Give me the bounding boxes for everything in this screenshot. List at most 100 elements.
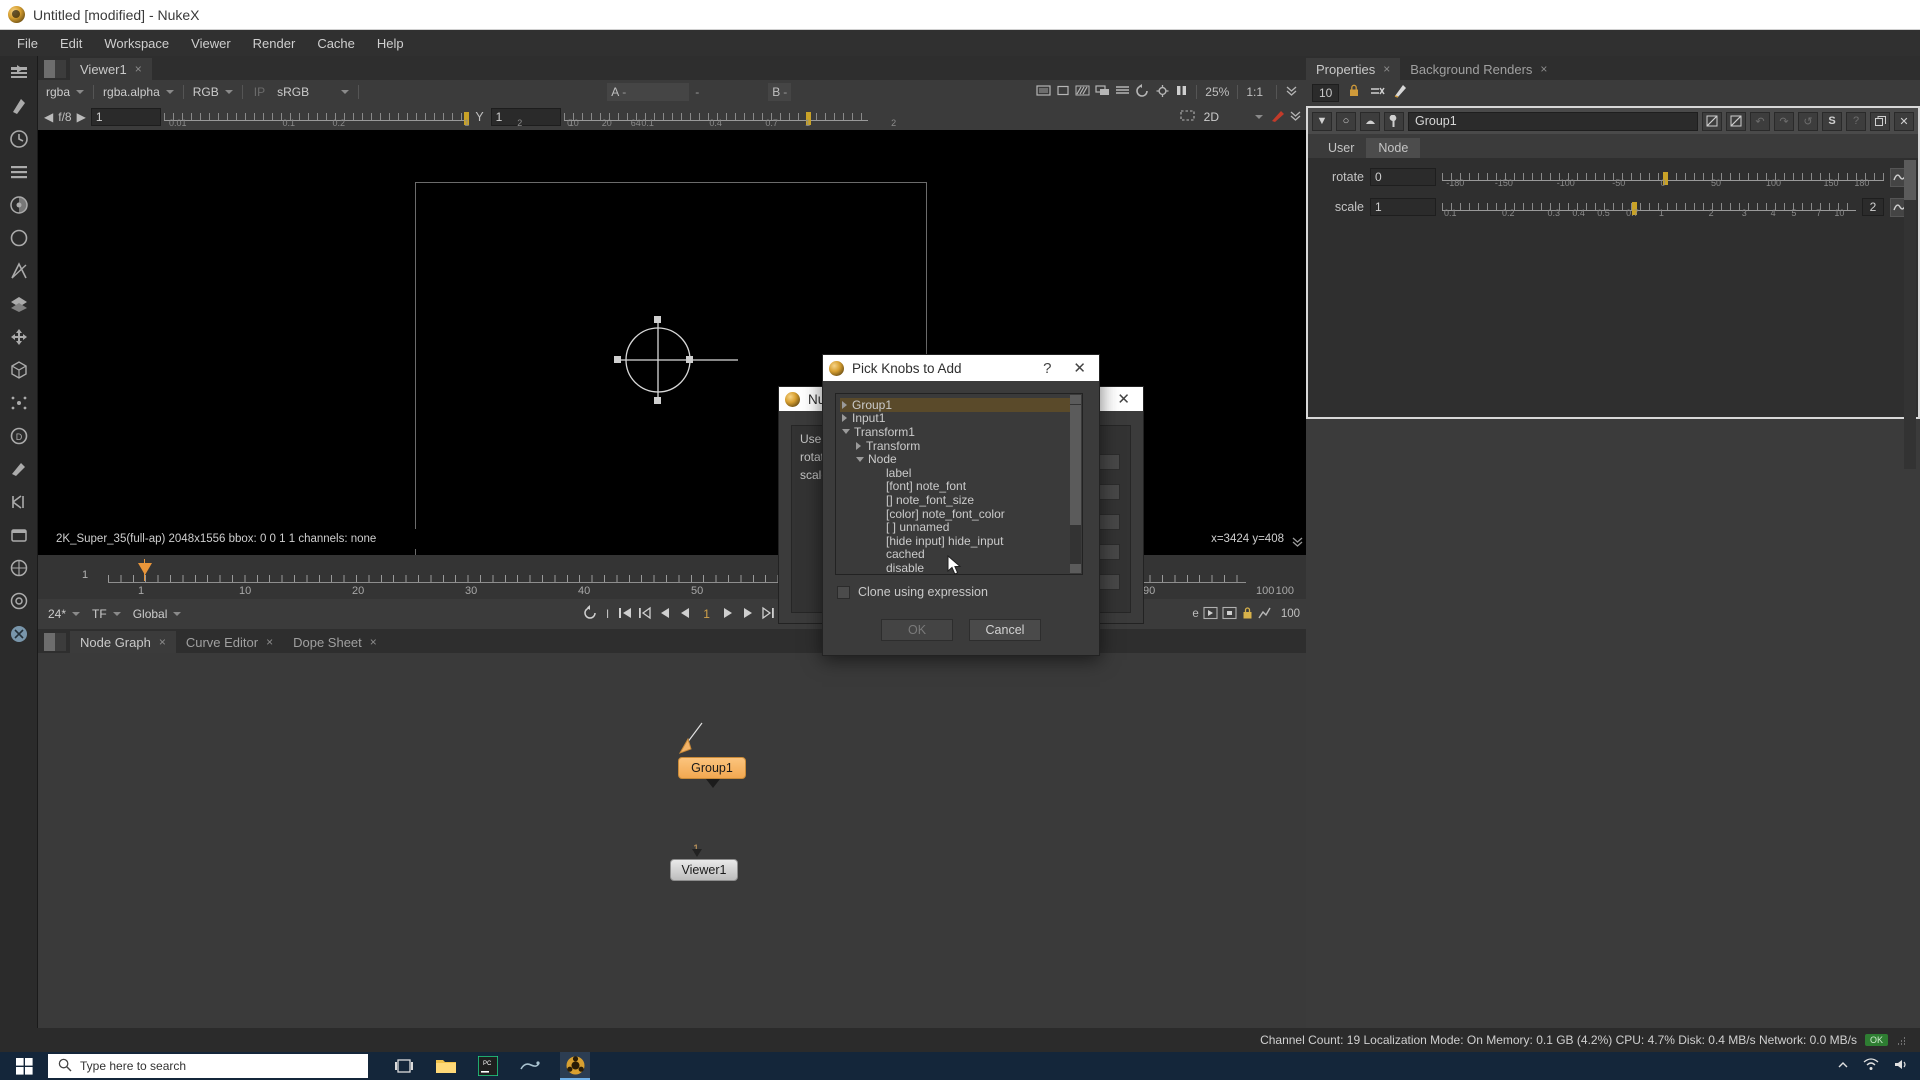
tree-item-transform1[interactable]: Transform1 [840,425,1076,439]
tree-item-note-font-color[interactable]: [color] note_font_color [840,507,1076,521]
gamma-icon[interactable] [1155,84,1170,101]
gain-prev-button[interactable]: ◀ [42,110,55,124]
node-name-field[interactable]: Group1 [1408,111,1698,131]
close-icon[interactable]: × [266,635,273,649]
tree-item-hide-input[interactable]: [hide input] hide_input [840,534,1076,548]
close-icon[interactable]: ✕ [1894,111,1914,131]
cancel-button[interactable]: Cancel [969,619,1041,641]
paint-icon[interactable] [8,458,30,480]
node-viewer1[interactable]: Viewer1 [670,859,738,881]
panel-grip-icon[interactable] [44,633,66,651]
prev-keyframe-icon[interactable] [657,606,673,623]
expand-icon[interactable] [1289,109,1302,125]
ok-button[interactable]: OK [881,619,953,641]
undo-icon[interactable]: ↶ [1750,111,1770,131]
gamma-slider[interactable]: 0 0.1 0.4 0.7 1 2 [563,109,896,128]
rotate-field[interactable]: 0 [1370,168,1436,186]
menu-render[interactable]: Render [242,33,307,54]
menu-edit[interactable]: Edit [49,33,93,54]
stereo-icon[interactable] [8,491,30,513]
chevron-down-icon[interactable] [856,456,864,462]
gain-field[interactable]: 1 [90,108,161,126]
properties-scrollbar[interactable] [1904,160,1916,469]
gain-next-button[interactable]: ▶ [75,110,88,124]
insert-icon[interactable]: I [602,607,613,621]
gain-slider[interactable]: 0.01 0.1 0.2 1 2 10 20 64 [163,109,641,128]
proxy-icon[interactable] [1036,84,1051,100]
close-icon[interactable]: ✕ [1066,359,1093,377]
merge-icon[interactable] [8,293,30,315]
task-view-icon[interactable] [392,1054,416,1078]
zoom-level[interactable]: 25% [1205,85,1229,99]
scroll-up-arrow-icon[interactable] [1070,395,1081,404]
tree-item-input1[interactable]: Input1 [840,411,1076,425]
checker1-icon[interactable] [1702,111,1722,131]
tab-viewer1[interactable]: Viewer1 × [70,58,152,80]
view-mode-selector[interactable]: 2D [1199,108,1267,126]
menu-viewer[interactable]: Viewer [180,33,242,54]
particles-icon[interactable] [8,392,30,414]
redo-icon[interactable]: ↷ [1774,111,1794,131]
collapse-arrow-icon[interactable]: ▼ [1312,111,1332,131]
wipe-icon[interactable] [1075,84,1090,100]
time-icon[interactable] [8,128,30,150]
mask-icon[interactable] [1360,111,1380,131]
file-explorer-icon[interactable] [434,1054,458,1078]
color-circle-icon[interactable]: ○ [1336,111,1356,131]
deep-icon[interactable]: D [8,425,30,447]
max-panels-field[interactable]: 10 [1312,84,1340,102]
help-icon[interactable]: ? [1846,111,1866,131]
clone-expression-checkbox[interactable] [837,585,850,599]
image-icon[interactable] [8,62,30,84]
tree-item-group1[interactable]: Group1 [840,398,1076,412]
filter-icon[interactable] [8,227,30,249]
pixel-ratio[interactable]: 1:1 [1246,85,1263,99]
rotate-slider[interactable]: -180 -150 -100 -50 0 50 100 150 180 [1442,169,1884,188]
stop-icon[interactable] [1222,606,1237,623]
help-icon[interactable]: ? [1036,360,1058,377]
channel-icon[interactable] [8,161,30,183]
tab-background-renders[interactable]: Background Renders × [1400,58,1557,80]
knob-list-scrollbar[interactable] [1070,395,1081,573]
chevron-up-icon[interactable] [1837,1060,1849,1073]
close-icon[interactable]: × [1540,62,1547,76]
playhead-marker[interactable] [138,563,152,575]
close-icon[interactable]: ✕ [1110,390,1137,408]
color-icon[interactable] [8,194,30,216]
tab-node[interactable]: Node [1366,138,1421,158]
network-icon[interactable] [1863,1058,1879,1074]
input-b-group[interactable]: B - [768,83,792,101]
play-forward-icon[interactable] [720,606,736,623]
scale-max-field[interactable]: 2 [1862,198,1884,216]
fps-selector[interactable]: 24* [44,605,85,623]
tree-item-note-font[interactable]: [font] note_font [840,479,1076,493]
script-s-icon[interactable]: S [1822,111,1842,131]
pause-icon[interactable] [1175,84,1188,100]
play-range-icon[interactable] [1203,606,1218,623]
search-input[interactable]: Type here to search [48,1054,368,1078]
first-frame-icon[interactable] [637,606,653,623]
metadata-icon[interactable] [8,524,30,546]
node-group1[interactable]: Group1 [678,757,746,779]
next-keyframe-icon[interactable] [760,606,776,623]
checker2-icon[interactable] [1726,111,1746,131]
expand-icon[interactable] [1285,84,1298,100]
menu-help[interactable]: Help [366,33,415,54]
scale-slider[interactable]: 0.1 0.2 0.3 0.4 0.5 0.7 1 2 3 4 5 7 10 [1442,199,1856,218]
tab-user[interactable]: User [1316,138,1366,158]
edit-icon[interactable] [1393,83,1409,103]
refresh-icon[interactable] [1135,83,1150,101]
float-icon[interactable] [1870,111,1890,131]
lock-icon[interactable] [1241,606,1254,623]
windows-start-icon[interactable] [0,1052,48,1080]
tree-item-node[interactable]: Node [840,452,1076,466]
scale-field[interactable]: 1 [1370,198,1436,216]
tree-item-transform[interactable]: Transform [840,439,1076,453]
close-icon[interactable]: × [135,62,142,76]
3d-icon[interactable] [8,359,30,381]
mode-label[interactable]: e [1192,608,1198,620]
menu-workspace[interactable]: Workspace [93,33,180,54]
sync-selector[interactable]: Global [128,605,186,623]
knob-tree-list[interactable]: Group1 Input1 Transform1 Transform Node [835,393,1083,575]
loop-icon[interactable] [582,605,598,623]
